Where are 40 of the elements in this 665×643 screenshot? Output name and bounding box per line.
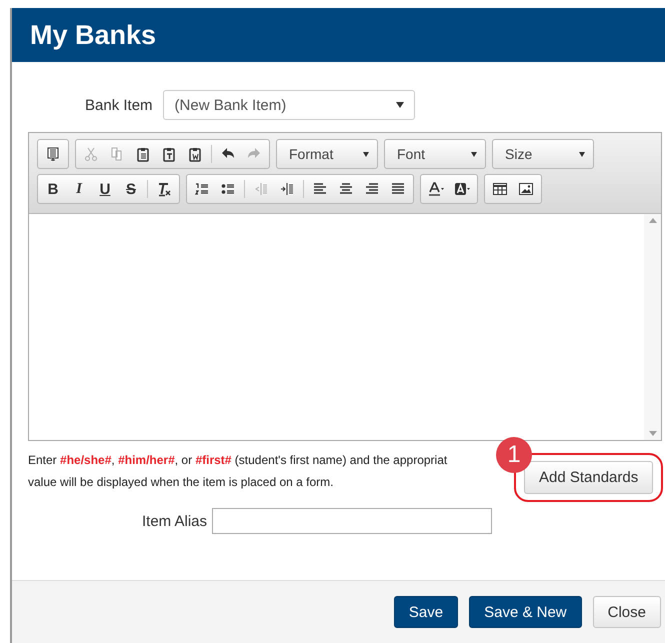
toolbar-dropdown[interactable]: Size [495,141,591,167]
bullet-list-icon[interactable] [220,181,236,197]
add-standards-button[interactable]: Add Standards [524,461,654,494]
format-button[interactable]: I [66,177,92,201]
caret-icon [471,152,477,156]
caret-icon [363,152,369,156]
window-title: My Banks [12,8,665,62]
text-color-icon[interactable] [428,181,444,197]
format-button[interactable]: S [118,177,144,201]
align-center-icon[interactable] [338,181,354,197]
table-icon[interactable] [492,181,508,197]
caret-icon [396,102,404,108]
numbered-list-icon[interactable] [194,181,210,197]
bank-item-select[interactable]: (New Bank Item) [162,90,415,120]
image-icon[interactable] [518,181,534,197]
source-icon[interactable] [45,146,61,162]
dialog-button[interactable]: Save & New [469,596,582,628]
hint-text: value will be displayed when the item is placed on a form. [28,474,334,491]
caret-icon [579,152,585,156]
dialog-button[interactable]: Save [394,596,458,628]
hint-text: Enter #he/she#, #him/her#, or #first# (student's first name) and the appropriat [28,452,448,469]
item-alias-label: Item Alias [142,512,208,530]
align-right-icon[interactable] [364,181,380,197]
paste-icon[interactable] [135,146,151,162]
justify-icon[interactable] [390,181,406,197]
toolbar-dropdown[interactable]: Font [387,141,483,167]
step-badge: 1 [496,437,532,473]
paste-word-icon[interactable] [187,146,203,162]
bank-item-label: Bank Item [85,96,153,114]
format-button[interactable]: U [92,177,118,201]
scrollbar[interactable] [644,214,661,440]
format-button[interactable]: B [40,177,66,201]
paste-text-icon[interactable] [161,146,177,162]
dialog-button[interactable]: Close [592,596,661,628]
toolbar-dropdown[interactable]: Format [279,141,375,167]
clear-format-icon[interactable] [156,181,172,197]
background-color-icon[interactable] [454,181,470,197]
align-left-icon[interactable] [312,181,328,197]
indent-icon[interactable] [279,181,295,197]
item-alias-field[interactable] [212,508,492,534]
